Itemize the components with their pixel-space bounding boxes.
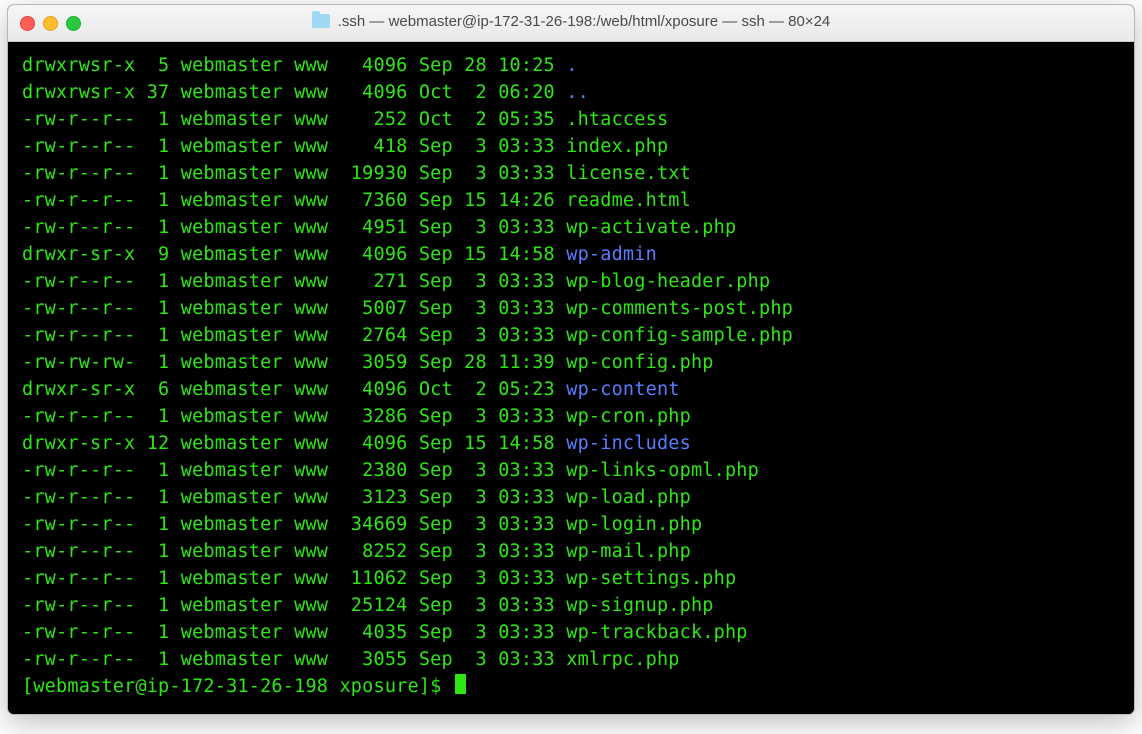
file-name: wp-activate.php (566, 217, 736, 238)
list-row: drwxr-sr-x 6 webmaster www 4096 Oct 2 05… (22, 376, 1120, 403)
list-row: -rw-r--r-- 1 webmaster www 4951 Sep 3 03… (22, 214, 1120, 241)
list-row: -rw-r--r-- 1 webmaster www 19930 Sep 3 0… (22, 160, 1120, 187)
file-name: wp-includes (566, 433, 691, 454)
file-name: .. (566, 82, 589, 103)
file-meta: -rw-r--r-- 1 webmaster www 3055 Sep 3 03… (22, 649, 566, 670)
file-meta: -rw-r--r-- 1 webmaster www 8252 Sep 3 03… (22, 541, 566, 562)
file-name: wp-trackback.php (566, 622, 747, 643)
list-row: -rw-r--r-- 1 webmaster www 418 Sep 3 03:… (22, 133, 1120, 160)
file-meta: drwxr-sr-x 9 webmaster www 4096 Sep 15 1… (22, 244, 566, 265)
file-name: license.txt (566, 163, 691, 184)
file-name: index.php (566, 136, 668, 157)
list-row: -rw-r--r-- 1 webmaster www 5007 Sep 3 03… (22, 295, 1120, 322)
file-meta: -rw-r--r-- 1 webmaster www 11062 Sep 3 0… (22, 568, 566, 589)
titlebar: .ssh — webmaster@ip-172-31-26-198:/web/h… (8, 5, 1134, 42)
file-meta: -rw-r--r-- 1 webmaster www 2764 Sep 3 03… (22, 325, 566, 346)
file-name: wp-settings.php (566, 568, 736, 589)
list-row: drwxrwsr-x 37 webmaster www 4096 Oct 2 0… (22, 79, 1120, 106)
file-meta: -rw-r--r-- 1 webmaster www 4035 Sep 3 03… (22, 622, 566, 643)
file-meta: drwxrwsr-x 5 webmaster www 4096 Sep 28 1… (22, 55, 566, 76)
file-meta: drwxrwsr-x 37 webmaster www 4096 Oct 2 0… (22, 82, 566, 103)
list-row: drwxr-sr-x 9 webmaster www 4096 Sep 15 1… (22, 241, 1120, 268)
shell-prompt: [webmaster@ip-172-31-26-198 xposure]$ (22, 676, 453, 697)
file-meta: drwxr-sr-x 6 webmaster www 4096 Oct 2 05… (22, 379, 566, 400)
minimize-icon[interactable] (43, 16, 58, 31)
file-name: .htaccess (566, 109, 668, 130)
file-meta: -rw-r--r-- 1 webmaster www 5007 Sep 3 03… (22, 298, 566, 319)
folder-icon (312, 14, 330, 28)
list-row: -rw-r--r-- 1 webmaster www 34669 Sep 3 0… (22, 511, 1120, 538)
list-row: -rw-r--r-- 1 webmaster www 2764 Sep 3 03… (22, 322, 1120, 349)
file-name: wp-admin (566, 244, 657, 265)
file-name: wp-login.php (566, 514, 702, 535)
terminal-window: .ssh — webmaster@ip-172-31-26-198:/web/h… (7, 4, 1135, 715)
list-row: -rw-r--r-- 1 webmaster www 3123 Sep 3 03… (22, 484, 1120, 511)
file-meta: -rw-r--r-- 1 webmaster www 418 Sep 3 03:… (22, 136, 566, 157)
list-row: -rw-r--r-- 1 webmaster www 3286 Sep 3 03… (22, 403, 1120, 430)
list-row: -rw-r--r-- 1 webmaster www 2380 Sep 3 03… (22, 457, 1120, 484)
list-row: drwxrwsr-x 5 webmaster www 4096 Sep 28 1… (22, 52, 1120, 79)
close-icon[interactable] (20, 16, 35, 31)
file-meta: -rw-r--r-- 1 webmaster www 3286 Sep 3 03… (22, 406, 566, 427)
list-row: -rw-r--r-- 1 webmaster www 3055 Sep 3 03… (22, 646, 1120, 673)
file-meta: -rw-r--r-- 1 webmaster www 252 Oct 2 05:… (22, 109, 566, 130)
traffic-lights (20, 16, 81, 31)
list-row: -rw-r--r-- 1 webmaster www 11062 Sep 3 0… (22, 565, 1120, 592)
file-meta: -rw-r--r-- 1 webmaster www 3123 Sep 3 03… (22, 487, 566, 508)
cursor-icon (455, 674, 466, 694)
file-meta: -rw-r--r-- 1 webmaster www 7360 Sep 15 1… (22, 190, 566, 211)
terminal-output[interactable]: drwxrwsr-x 5 webmaster www 4096 Sep 28 1… (8, 42, 1134, 714)
list-row: -rw-r--r-- 1 webmaster www 4035 Sep 3 03… (22, 619, 1120, 646)
file-name: wp-config.php (566, 352, 713, 373)
file-meta: -rw-r--r-- 1 webmaster www 19930 Sep 3 0… (22, 163, 566, 184)
file-meta: -rw-r--r-- 1 webmaster www 34669 Sep 3 0… (22, 514, 566, 535)
file-name: wp-content (566, 379, 679, 400)
list-row: -rw-r--r-- 1 webmaster www 252 Oct 2 05:… (22, 106, 1120, 133)
file-meta: -rw-rw-rw- 1 webmaster www 3059 Sep 28 1… (22, 352, 566, 373)
file-name: wp-cron.php (566, 406, 691, 427)
file-name: wp-load.php (566, 487, 691, 508)
file-name: readme.html (566, 190, 691, 211)
maximize-icon[interactable] (66, 16, 81, 31)
file-meta: -rw-r--r-- 1 webmaster www 271 Sep 3 03:… (22, 271, 566, 292)
prompt-line[interactable]: [webmaster@ip-172-31-26-198 xposure]$ (22, 673, 1120, 700)
file-name: wp-signup.php (566, 595, 713, 616)
list-row: drwxr-sr-x 12 webmaster www 4096 Sep 15 … (22, 430, 1120, 457)
file-name: wp-links-opml.php (566, 460, 759, 481)
list-row: -rw-r--r-- 1 webmaster www 25124 Sep 3 0… (22, 592, 1120, 619)
list-row: -rw-r--r-- 1 webmaster www 271 Sep 3 03:… (22, 268, 1120, 295)
list-row: -rw-r--r-- 1 webmaster www 8252 Sep 3 03… (22, 538, 1120, 565)
file-meta: drwxr-sr-x 12 webmaster www 4096 Sep 15 … (22, 433, 566, 454)
file-name: wp-blog-header.php (566, 271, 770, 292)
file-meta: -rw-r--r-- 1 webmaster www 4951 Sep 3 03… (22, 217, 566, 238)
list-row: -rw-r--r-- 1 webmaster www 7360 Sep 15 1… (22, 187, 1120, 214)
file-name: wp-config-sample.php (566, 325, 793, 346)
file-name: wp-mail.php (566, 541, 691, 562)
window-title: .ssh — webmaster@ip-172-31-26-198:/web/h… (338, 13, 831, 30)
file-name: xmlrpc.php (566, 649, 679, 670)
file-name: wp-comments-post.php (566, 298, 793, 319)
file-name: . (566, 55, 577, 76)
list-row: -rw-rw-rw- 1 webmaster www 3059 Sep 28 1… (22, 349, 1120, 376)
file-meta: -rw-r--r-- 1 webmaster www 25124 Sep 3 0… (22, 595, 566, 616)
file-meta: -rw-r--r-- 1 webmaster www 2380 Sep 3 03… (22, 460, 566, 481)
